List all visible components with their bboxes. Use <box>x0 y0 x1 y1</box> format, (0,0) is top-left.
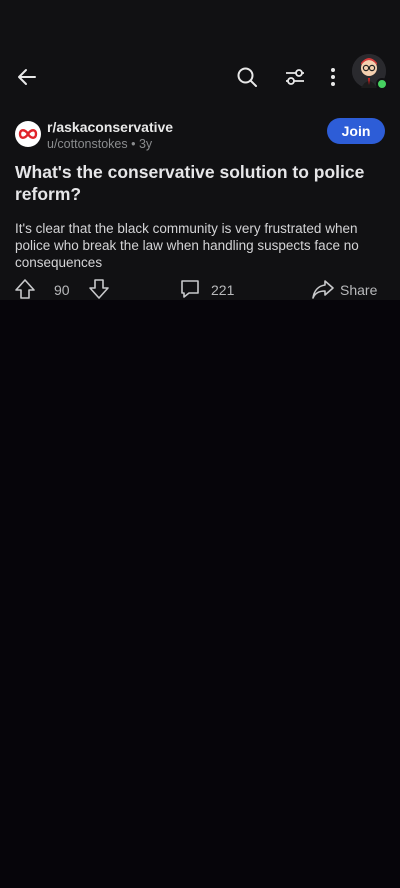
comment-count[interactable]: 221 <box>211 282 234 298</box>
upvote-button[interactable] <box>14 278 36 300</box>
post-body: It's clear that the black community is v… <box>15 221 359 270</box>
post-card: r/askaconservative u/cottonstokes • 3y J… <box>0 0 400 300</box>
more-options-button[interactable] <box>318 60 348 94</box>
back-arrow-icon <box>18 69 36 85</box>
online-status-indicator <box>376 78 388 90</box>
post-title: What's the conservative solution to poli… <box>15 162 365 204</box>
upvote-icon <box>15 279 35 299</box>
downvote-button[interactable] <box>88 278 110 300</box>
subreddit-avatar[interactable] <box>15 121 41 147</box>
sort-filter-button[interactable] <box>278 60 312 94</box>
share-label[interactable]: Share <box>340 282 377 298</box>
comments-button[interactable] <box>179 278 201 300</box>
join-button[interactable]: Join <box>327 118 385 144</box>
author-name[interactable]: u/cottonstokes <box>47 137 128 151</box>
post-actions-bar: 90 221 Share <box>0 276 400 302</box>
search-button[interactable] <box>230 60 264 94</box>
comment-icon <box>181 280 199 298</box>
share-icon <box>312 280 334 299</box>
infinity-icon <box>18 129 38 139</box>
sliders-icon <box>286 69 304 85</box>
top-bar <box>0 50 400 104</box>
user-avatar[interactable] <box>352 54 388 90</box>
share-button[interactable] <box>311 278 335 300</box>
subreddit-name[interactable]: r/askaconservative <box>47 119 173 135</box>
search-icon <box>237 67 257 87</box>
community-header: r/askaconservative u/cottonstokes • 3y J… <box>15 118 385 155</box>
meta-separator: • <box>131 137 139 151</box>
post-meta: u/cottonstokes • 3y <box>47 137 152 151</box>
post-age: 3y <box>138 137 153 151</box>
back-button[interactable] <box>10 60 44 94</box>
more-vertical-icon <box>331 68 335 86</box>
vote-count: 90 <box>54 282 70 298</box>
downvote-icon <box>89 279 109 299</box>
